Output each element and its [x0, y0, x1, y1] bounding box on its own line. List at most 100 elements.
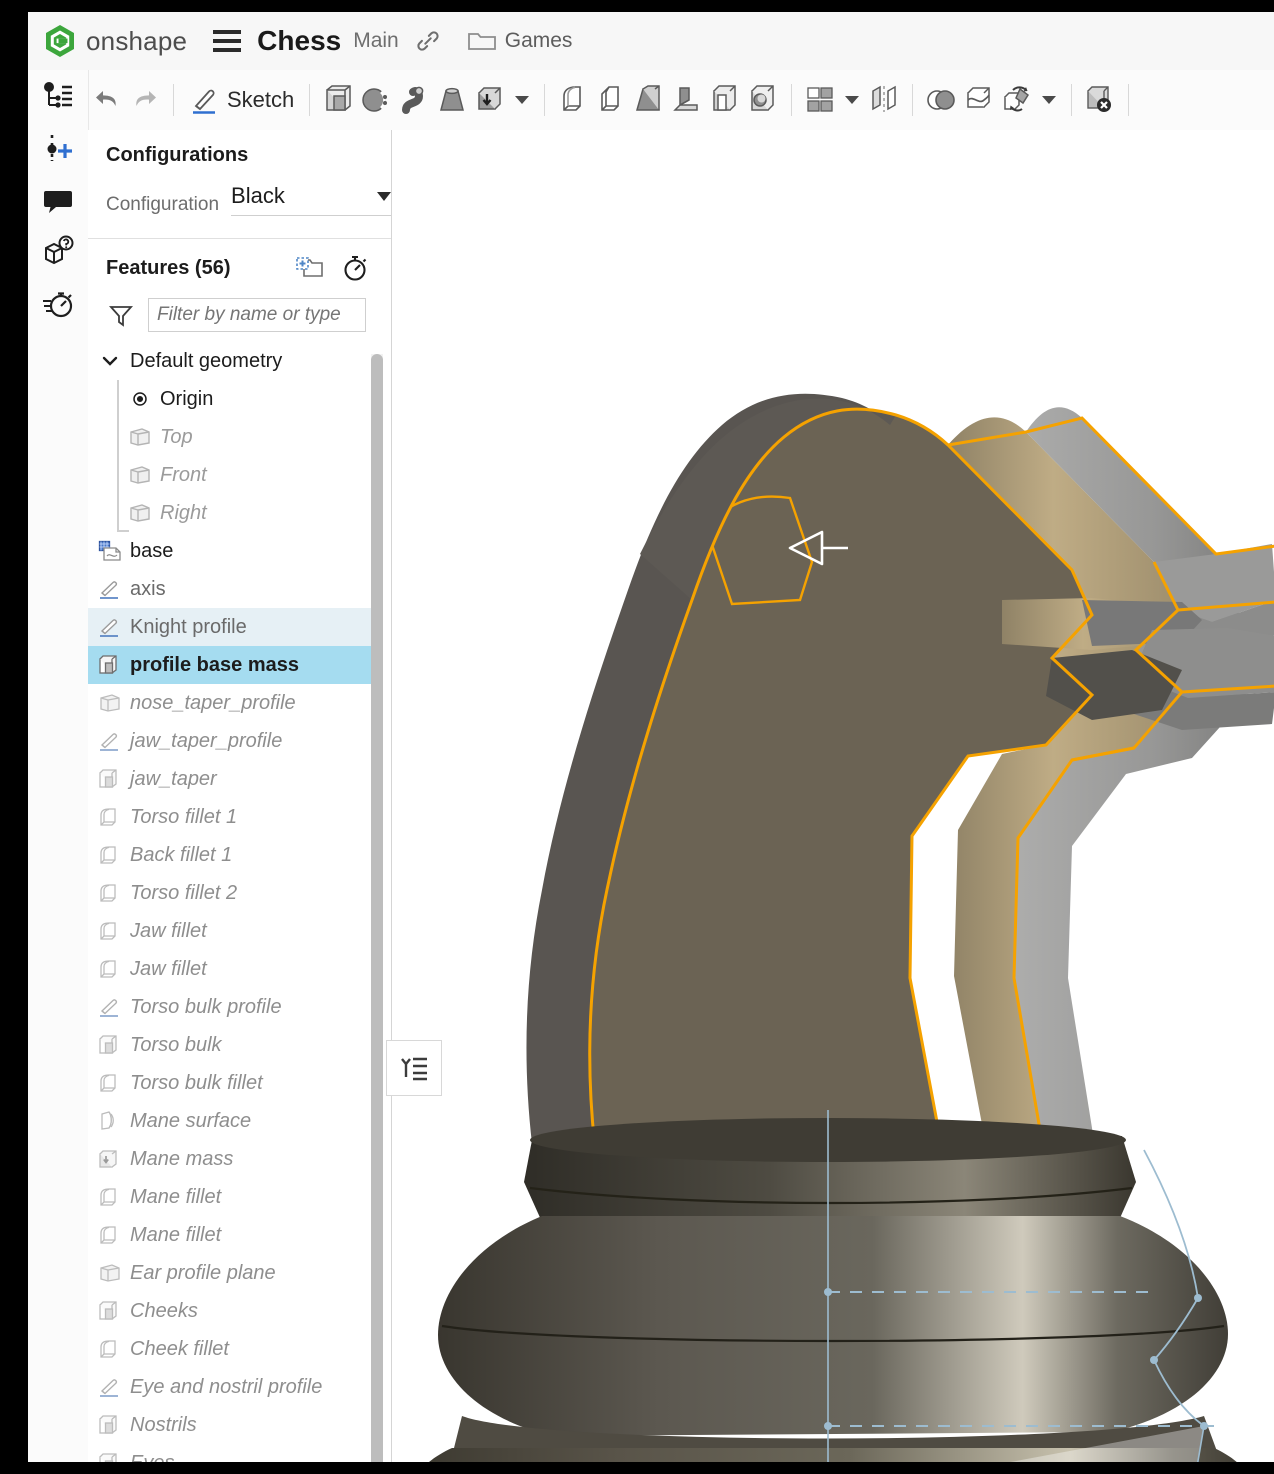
tree-node-ear-profile-plane[interactable]: Ear profile plane	[88, 1254, 376, 1292]
tree-node-torso-fillet-1[interactable]: Torso fillet 1	[88, 798, 376, 836]
hole-icon[interactable]	[744, 78, 782, 122]
extrude-icon	[96, 1452, 124, 1462]
comments-icon[interactable]	[28, 174, 88, 226]
tree-node-label: base	[130, 540, 173, 563]
tree-node-cheeks[interactable]: Cheeks	[88, 1292, 376, 1330]
sketch-button[interactable]: Sketch	[183, 84, 300, 116]
undo-arrow-icon[interactable]	[88, 78, 126, 122]
link-icon[interactable]	[415, 28, 441, 54]
tree-node-label: Back fillet 1	[130, 844, 232, 867]
extrude-icon	[96, 1414, 124, 1436]
revolve-icon[interactable]	[357, 78, 395, 122]
chevron-down-icon[interactable]	[845, 96, 859, 104]
tree-node-torso-bulk[interactable]: Torso bulk	[88, 1026, 376, 1064]
tree-node-base[interactable]: base	[88, 532, 376, 570]
tree-node-label: axis	[130, 578, 166, 601]
chamfer-icon[interactable]	[592, 78, 630, 122]
mirror-icon[interactable]	[865, 78, 903, 122]
delete-part-icon[interactable]	[1081, 78, 1119, 122]
tree-node-jaw-taper[interactable]: jaw_taper	[88, 760, 376, 798]
feature-tree[interactable]: Default geometry Origin	[88, 342, 376, 1462]
add-folder-icon[interactable]	[295, 255, 325, 281]
tree-node-axis[interactable]: axis	[88, 570, 376, 608]
tree-node-mane-fillet-1[interactable]: Mane fillet	[88, 1178, 376, 1216]
filter-input[interactable]	[148, 298, 366, 332]
feature-list-icon[interactable]	[28, 70, 88, 122]
fillet-icon[interactable]	[554, 78, 592, 122]
features-actions	[295, 254, 369, 282]
construction-point[interactable]	[824, 1422, 832, 1430]
feature-tree-scrollbar[interactable]	[371, 354, 383, 1462]
stopwatch-rollback-icon[interactable]	[341, 254, 369, 282]
tree-node-torso-bulk-fillet[interactable]: Torso bulk fillet	[88, 1064, 376, 1102]
tree-node-eyes[interactable]: Eyes	[88, 1444, 376, 1462]
tree-node-mane-mass[interactable]: Mane mass	[88, 1140, 376, 1178]
tree-node-label: Knight profile	[130, 616, 247, 639]
tree-node-jaw-taper-profile[interactable]: jaw_taper_profile	[88, 722, 376, 760]
tree-node-jaw-fillet-2[interactable]: Jaw fillet	[88, 950, 376, 988]
tree-node-top-plane[interactable]: Top	[88, 418, 376, 456]
tree-node-mane-fillet-2[interactable]: Mane fillet	[88, 1216, 376, 1254]
funnel-filter-icon[interactable]	[108, 302, 134, 328]
part-question-icon[interactable]	[28, 226, 88, 278]
configuration-select[interactable]: Black	[231, 183, 391, 216]
tree-node-torso-fillet-2[interactable]: Torso fillet 2	[88, 874, 376, 912]
rib-icon[interactable]	[668, 78, 706, 122]
document-title[interactable]: Chess	[257, 25, 341, 57]
tree-node-label: Torso bulk fillet	[130, 1072, 263, 1095]
thicken-icon	[96, 1148, 124, 1170]
construction-point[interactable]	[1194, 1294, 1202, 1302]
breadcrumb-folder[interactable]: Games	[467, 29, 573, 53]
extrude-icon[interactable]	[319, 78, 357, 122]
tree-node-right-plane[interactable]: Right	[88, 494, 376, 532]
tree-node-label: Cheeks	[130, 1300, 198, 1323]
chevron-down-icon[interactable]	[515, 96, 529, 104]
filter-row	[88, 298, 391, 332]
tree-node-eye-and-nostril-profile[interactable]: Eye and nostril profile	[88, 1368, 376, 1406]
pattern-icon[interactable]	[801, 78, 839, 122]
tree-node-label: Torso fillet 2	[130, 882, 237, 905]
thicken-icon[interactable]	[471, 78, 509, 122]
tree-node-back-fillet-1[interactable]: Back fillet 1	[88, 836, 376, 874]
tree-node-label: Cheek fillet	[130, 1338, 229, 1361]
transform-icon[interactable]	[998, 78, 1036, 122]
construction-point[interactable]	[1200, 1422, 1208, 1430]
tree-node-nostrils[interactable]: Nostrils	[88, 1406, 376, 1444]
tree-node-origin[interactable]: Origin	[88, 380, 376, 418]
tree-node-knight-profile[interactable]: Knight profile	[88, 608, 376, 646]
add-variable-icon[interactable]	[28, 122, 88, 174]
history-icon[interactable]	[28, 278, 88, 330]
chevron-down-icon[interactable]	[96, 351, 124, 371]
chess-knight-model[interactable]	[392, 130, 1274, 1462]
tree-node-label: Right	[160, 502, 207, 525]
extrude-icon	[96, 654, 124, 676]
shell-icon[interactable]	[706, 78, 744, 122]
scrollbar-thumb[interactable]	[371, 354, 383, 1462]
tree-node-front-plane[interactable]: Front	[88, 456, 376, 494]
tree-node-nose-taper-profile[interactable]: nose_taper_profile	[88, 684, 376, 722]
tree-node-cheek-fillet[interactable]: Cheek fillet	[88, 1330, 376, 1368]
graphics-viewport[interactable]	[392, 130, 1274, 1462]
construction-point[interactable]	[824, 1288, 832, 1296]
chevron-down-icon[interactable]	[1042, 96, 1056, 104]
features-header: Features (56)	[88, 254, 391, 282]
hamburger-menu-icon[interactable]	[213, 30, 241, 52]
tree-node-jaw-fillet-1[interactable]: Jaw fillet	[88, 912, 376, 950]
workspace-name[interactable]: Main	[353, 29, 399, 53]
feature-tree-toggle-icon[interactable]	[386, 1040, 442, 1096]
draft-icon[interactable]	[630, 78, 668, 122]
loft-icon[interactable]	[433, 78, 471, 122]
redo-arrow-icon[interactable]	[126, 78, 164, 122]
onshape-logo[interactable]: onshape	[44, 24, 187, 58]
tree-node-default-geometry[interactable]: Default geometry	[88, 342, 376, 380]
construction-point[interactable]	[1150, 1356, 1158, 1364]
pencil-sketch-icon	[189, 84, 221, 116]
tree-node-torso-bulk-profile[interactable]: Torso bulk profile	[88, 988, 376, 1026]
tree-node-mane-surface[interactable]: Mane surface	[88, 1102, 376, 1140]
sweep-icon[interactable]	[395, 78, 433, 122]
toolbar-divider	[309, 84, 310, 116]
tree-node-profile-base-mass[interactable]: profile base mass	[88, 646, 376, 684]
origin-point-icon	[126, 390, 154, 408]
boolean-icon[interactable]	[922, 78, 960, 122]
split-icon[interactable]	[960, 78, 998, 122]
